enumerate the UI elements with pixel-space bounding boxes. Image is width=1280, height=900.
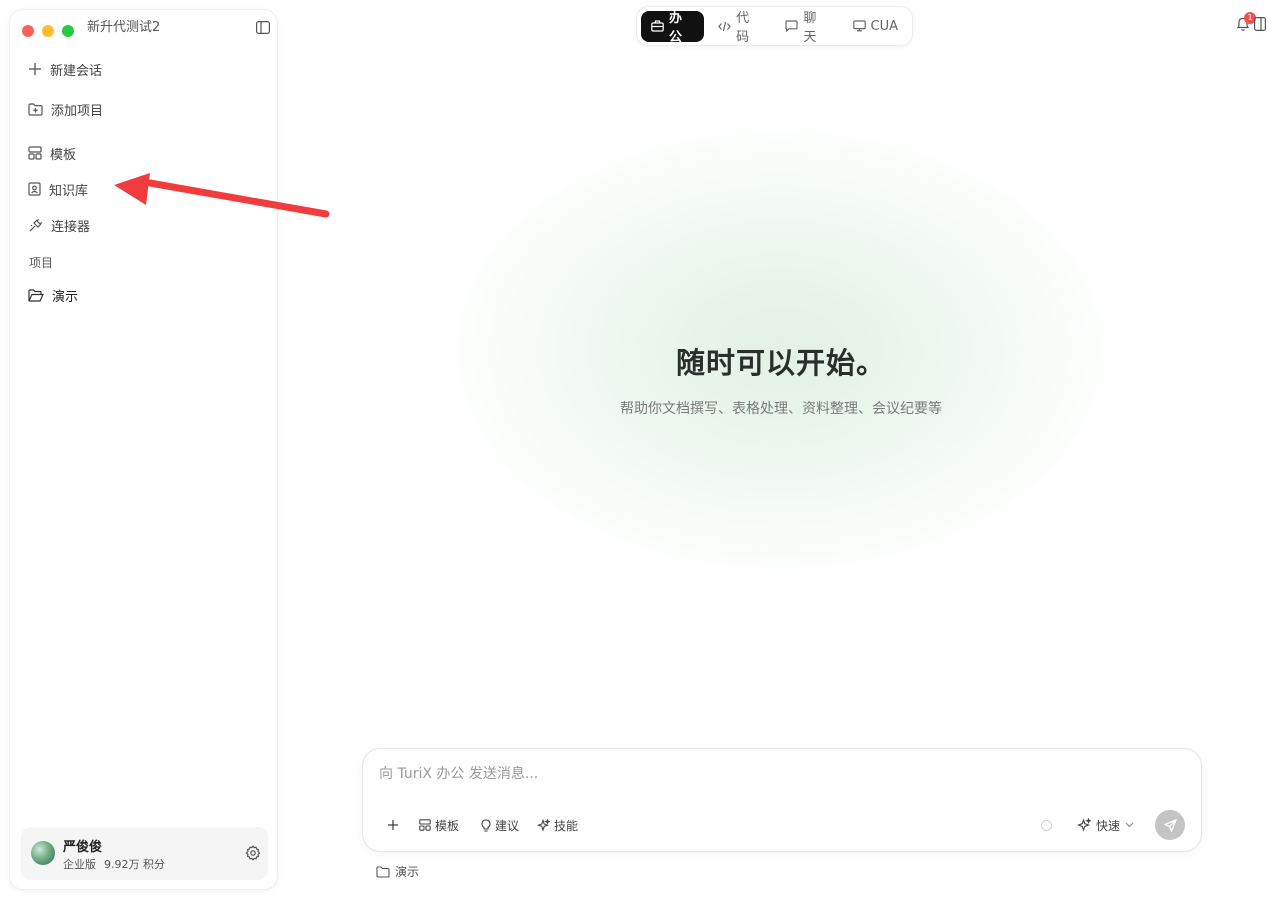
credits-label: 9.92万 积分: [104, 858, 165, 871]
sidebar-item-knowledge-base[interactable]: 知识库: [20, 173, 269, 205]
composer-suggestions-button[interactable]: 建议: [481, 815, 519, 835]
sidebar-item-templates[interactable]: 模板: [20, 137, 269, 169]
sidebar-item-connectors[interactable]: 连接器: [20, 209, 269, 241]
composer-skills-button[interactable]: 技能: [537, 815, 578, 835]
tab-cua[interactable]: CUA: [843, 11, 909, 42]
user-card[interactable]: 严俊俊 企业版 9.92万 积分: [21, 827, 268, 880]
maximize-window-button[interactable]: [62, 25, 74, 37]
message-composer: 模板 建议 技能 快速: [362, 748, 1202, 852]
message-input[interactable]: [379, 763, 1179, 785]
plus-icon: [388, 820, 398, 830]
tab-label: 代码: [736, 11, 750, 45]
tool-label: 建议: [495, 818, 520, 833]
hero-subtitle: 帮助你文档撰写、表格处理、资料整理、会议纪要等: [620, 401, 942, 417]
tool-label: 技能: [554, 818, 579, 833]
plug-icon: [29, 218, 43, 231]
sparkle-icon: [1077, 818, 1091, 832]
tool-label: 模板: [435, 818, 460, 833]
window-controls: [22, 25, 74, 37]
folder-open-icon: [28, 288, 44, 302]
sidebar-item-add-project[interactable]: 添加项目: [20, 93, 269, 125]
speed-selector[interactable]: 快速: [1077, 815, 1134, 835]
book-icon: [28, 182, 41, 196]
user-plan: 企业版 9.92万 积分: [63, 856, 173, 872]
code-icon: [718, 21, 731, 31]
window-title: 新升代测试2: [87, 20, 161, 35]
sidebar: 新升代测试2 新建会话 添加项目 模板 知识库 连接器 项目 演示 严俊俊 企业…: [9, 9, 278, 890]
right-panel-toggle-button[interactable]: [1254, 16, 1268, 34]
user-name: 严俊俊: [63, 840, 103, 855]
tab-chat[interactable]: 聊天: [775, 11, 838, 45]
sidebar-project-demo[interactable]: 演示: [20, 279, 269, 311]
sidebar-item-label: 添加项目: [51, 103, 104, 119]
projects-section-label: 项目: [29, 256, 54, 270]
plan-label: 企业版: [63, 858, 96, 871]
template-icon: [28, 146, 42, 160]
attach-button[interactable]: [387, 815, 399, 835]
tab-label: 办公: [669, 11, 683, 45]
hero-title: 随时可以开始。: [675, 346, 886, 380]
sidebar-item-label: 知识库: [49, 183, 89, 199]
sidebar-item-label: 模板: [50, 147, 77, 163]
project-chip-label: 演示: [395, 865, 420, 879]
tab-label: CUA: [870, 18, 899, 34]
gear-icon: [245, 845, 261, 861]
close-window-button[interactable]: [22, 25, 34, 37]
sidebar-toggle-button[interactable]: [254, 18, 272, 36]
chevron-down-icon: [1125, 822, 1134, 828]
avatar: [31, 841, 55, 865]
monitor-icon: [852, 20, 866, 32]
composer-templates-button[interactable]: 模板: [419, 815, 459, 835]
tab-office[interactable]: 办公: [641, 10, 705, 45]
bulb-icon: [481, 818, 491, 832]
template-icon: [419, 819, 431, 831]
sidebar-icon: [256, 20, 270, 34]
folder-icon: [376, 865, 390, 878]
project-selector[interactable]: 演示: [376, 863, 419, 880]
sidebar-item-label: 连接器: [51, 219, 91, 235]
panel-icon: [1254, 17, 1267, 32]
mode-tabs: 办公 代码 聊天 CUA: [636, 6, 913, 46]
tab-code[interactable]: 代码: [708, 11, 771, 45]
chat-icon: [785, 20, 798, 32]
sparkle-icon: [537, 818, 550, 832]
plus-icon: [29, 63, 41, 75]
settings-button[interactable]: [243, 843, 263, 863]
briefcase-icon: [651, 20, 664, 32]
sidebar-item-label: 新建会话: [50, 63, 103, 79]
speed-label: 快速: [1096, 818, 1121, 833]
sidebar-item-new-chat[interactable]: 新建会话: [20, 53, 269, 85]
sidebar-item-label: 演示: [52, 289, 79, 305]
minimize-window-button[interactable]: [42, 25, 54, 37]
send-icon: [1163, 818, 1177, 832]
tab-label: 聊天: [803, 11, 817, 45]
send-button[interactable]: [1155, 810, 1185, 840]
status-indicator: [1041, 820, 1052, 831]
folder-plus-icon: [28, 102, 43, 116]
